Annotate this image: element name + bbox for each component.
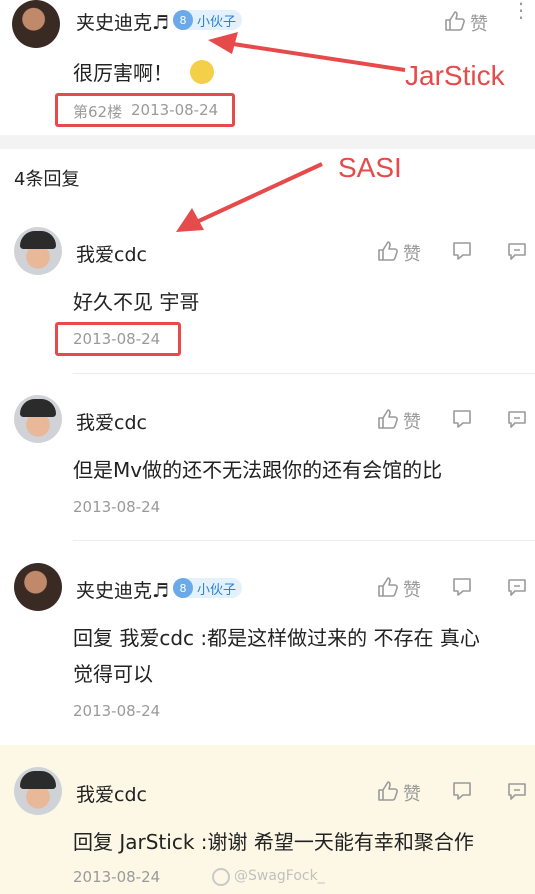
username[interactable]: 夹史迪克♬: [76, 576, 169, 603]
thumbs-up-icon[interactable]: [444, 10, 466, 32]
annotation-arrow: [176, 162, 323, 232]
weibo-icon: [212, 868, 230, 886]
reply-text: 好久不见 宇哥: [73, 290, 200, 314]
watermark: @SwagFock_: [234, 868, 325, 884]
reply-icon[interactable]: [506, 408, 528, 430]
annotation-highlight-box: [55, 322, 181, 356]
level-title: 小伙子: [197, 14, 237, 30]
level-number: 8: [173, 578, 193, 598]
thumbs-up-icon[interactable]: [377, 240, 399, 262]
avatar[interactable]: [14, 395, 62, 443]
divider: [73, 373, 535, 374]
level-badge: 8 小伙子: [173, 578, 243, 598]
annotation-highlight-box: [55, 93, 235, 127]
level-number: 8: [173, 10, 193, 30]
more-icon[interactable]: ⋮: [511, 0, 531, 20]
like-label[interactable]: 赞: [403, 576, 421, 602]
comment-icon[interactable]: [451, 576, 473, 598]
username[interactable]: 我爱cdc: [76, 408, 147, 435]
like-label[interactable]: 赞: [470, 10, 488, 36]
username[interactable]: 夹史迪克♬: [76, 8, 169, 35]
annotation-label: SASI: [338, 152, 402, 183]
avatar[interactable]: [14, 563, 62, 611]
avatar[interactable]: [14, 227, 62, 275]
reply-date: 2013-08-24: [73, 702, 161, 720]
reply-icon[interactable]: [506, 576, 528, 598]
reply-icon[interactable]: [506, 780, 528, 802]
username[interactable]: 我爱cdc: [76, 240, 147, 267]
level-title: 小伙子: [197, 582, 237, 598]
avatar[interactable]: [12, 0, 60, 48]
comment-icon[interactable]: [451, 780, 473, 802]
thumbs-up-icon[interactable]: [377, 780, 399, 802]
comment-icon[interactable]: [451, 240, 473, 262]
thumbs-up-icon[interactable]: [377, 408, 399, 430]
comment-icon[interactable]: [451, 408, 473, 430]
reply-date: 2013-08-24: [73, 868, 161, 886]
like-label[interactable]: 赞: [403, 408, 421, 434]
reply-date: 2013-08-24: [73, 498, 161, 516]
like-label[interactable]: 赞: [403, 780, 421, 806]
reply-text-line: 回复 我爱cdc :都是这样做过来的 不存在 真心: [73, 626, 480, 650]
post-text: 很厉害啊！: [73, 61, 173, 85]
username[interactable]: 我爱cdc: [76, 780, 147, 807]
section-separator: [0, 135, 535, 149]
reply-text: 但是Mv做的还不无法跟你的还有会馆的比: [73, 458, 443, 482]
like-label[interactable]: 赞: [403, 240, 421, 266]
divider: [73, 540, 535, 541]
reply-icon[interactable]: [506, 240, 528, 262]
thumbs-up-icon[interactable]: [377, 576, 399, 598]
replies-count: 4条回复: [14, 169, 80, 190]
avatar[interactable]: [14, 767, 62, 815]
level-badge: 8 小伙子: [173, 10, 243, 30]
annotation-label: JarStick: [405, 60, 505, 91]
reply-text: 回复 JarStick :谢谢 希望一天能有幸和聚合作: [73, 830, 474, 854]
reply-text-line: 觉得可以: [73, 662, 153, 686]
annotation-arrow: [208, 32, 406, 72]
